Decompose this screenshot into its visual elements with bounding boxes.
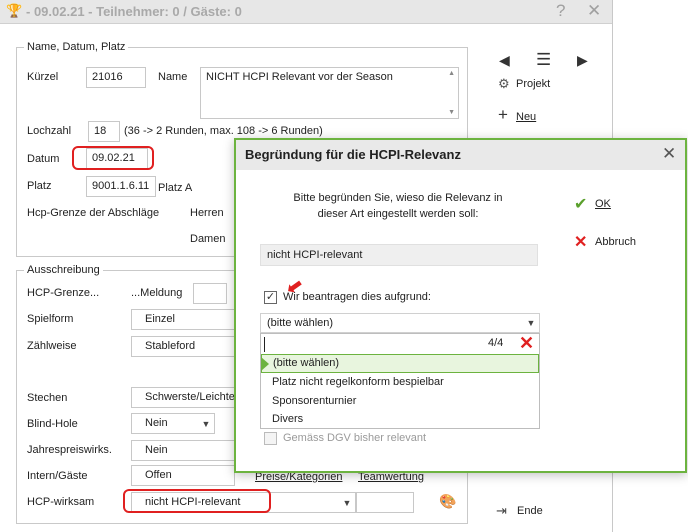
hcp-grenze-label: HCP-Grenze... xyxy=(27,287,100,299)
dialog-title: Begründung für die HCPI-Relevanz xyxy=(245,147,461,162)
jahrespreis-label: Jahrespreiswirks. xyxy=(27,444,112,456)
intern-gaeste-value: Offen xyxy=(145,469,172,481)
current-relevanz-field: nicht HCPI-relevant xyxy=(260,244,538,266)
blind-hole-value: Nein xyxy=(145,417,168,429)
plus-icon: + xyxy=(498,105,508,124)
dgv-label: Gemäss DGV bisher relevant xyxy=(283,432,427,444)
ok-button[interactable]: ✔ OK xyxy=(574,196,634,214)
dialog-close-icon[interactable]: ✕ xyxy=(662,144,676,164)
clear-search-icon[interactable]: ✕ xyxy=(519,333,534,354)
group-title-name-datum-platz: Name, Datum, Platz xyxy=(24,41,129,53)
lochzahl-hint: (36 -> 2 Runden, max. 108 -> 6 Runden) xyxy=(124,125,323,137)
grund-select-value: (bitte wählen) xyxy=(267,317,334,329)
dropdown-option[interactable]: Sponsorenturnier xyxy=(261,392,539,411)
platz-field[interactable]: 9001.1.6.11 xyxy=(86,176,156,197)
dropdown-option-label: (bitte wählen) xyxy=(273,357,340,369)
palette-icon[interactable]: 🎨 xyxy=(439,493,456,510)
jahrespreis-select[interactable]: Nein xyxy=(131,440,235,461)
trophy-icon: 🏆 xyxy=(6,3,23,18)
datum-label: Datum xyxy=(27,153,60,165)
datum-highlight xyxy=(72,146,154,170)
meldung-field[interactable] xyxy=(193,283,227,304)
kuerzel-label: Kürzel xyxy=(27,71,59,83)
spielform-label: Spielform xyxy=(27,313,74,325)
zaehlweise-label: Zählweise xyxy=(27,340,77,352)
help-button[interactable]: ? xyxy=(556,1,565,21)
abbruch-button[interactable]: ✕ Abbruch xyxy=(574,234,654,252)
window-title: - 09.02.21 - Teilnehmer: 0 / Gäste: 0 xyxy=(26,4,242,19)
damen-label: Damen xyxy=(190,233,226,245)
name-label: Name xyxy=(158,71,188,83)
dgv-checkbox[interactable] xyxy=(264,432,277,445)
zaehlweise-value: Stableford xyxy=(145,340,196,352)
lochzahl-field[interactable]: 18 xyxy=(88,121,120,142)
scroll-down-icon[interactable]: ▼ xyxy=(448,109,455,116)
gears-icon: ⚙ xyxy=(498,76,510,91)
stechen-select[interactable]: Schwerste/Leichte xyxy=(131,387,235,408)
menu-icon[interactable]: ☰ xyxy=(536,50,551,70)
ende-button[interactable]: ⇥ Ende xyxy=(496,503,556,521)
platz-label: Platz xyxy=(27,180,52,192)
chevron-down-icon: ▼ xyxy=(201,418,211,429)
zaehlweise-select[interactable]: Stableford xyxy=(131,336,235,357)
lochzahl-label: Lochzahl xyxy=(27,125,72,137)
kuerzel-field[interactable]: 21016 xyxy=(86,67,146,88)
dialog-title-bar: Begründung für die HCPI-Relevanz ✕ xyxy=(236,140,685,170)
intern-gaeste-label: Intern/Gäste xyxy=(27,470,88,482)
meldung-label: ...Meldung xyxy=(131,287,183,299)
dropdown-option-selected[interactable]: (bitte wählen) xyxy=(261,354,539,373)
chevron-down-icon: ▼ xyxy=(342,497,352,508)
dropdown-option-label: Platz nicht regelkonform bespielbar xyxy=(272,376,444,388)
blind-hole-select[interactable]: Nein ▼ xyxy=(131,413,215,434)
projekt-button[interactable]: ⚙ Projekt xyxy=(498,76,562,94)
jahrespreis-value: Nein xyxy=(145,444,168,456)
close-window-button[interactable]: ✕ xyxy=(587,1,601,21)
projekt-label: Projekt xyxy=(516,78,551,90)
spielform-value: Einzel xyxy=(145,313,175,325)
option-marker xyxy=(261,357,269,371)
ende-label: Ende xyxy=(517,505,543,517)
exit-icon: ⇥ xyxy=(496,503,507,518)
hcp-grenze-abschlaege-label: Hcp-Grenze der Abschläge xyxy=(27,207,160,219)
group-title-ausschreibung: Ausschreibung xyxy=(24,264,103,276)
cross-icon: ✕ xyxy=(574,234,588,251)
prev-record-icon[interactable]: ◀ xyxy=(499,52,510,69)
name-field[interactable]: NICHT HCPI Relevant vor der Season ▲ ▼ xyxy=(200,67,459,119)
blind-hole-label: Blind-Hole xyxy=(27,418,78,430)
neu-button[interactable]: + Neu xyxy=(498,105,548,126)
dialog-prompt: Bitte begründen Sie, wieso die Relevanz … xyxy=(293,192,503,220)
herren-label: Herren xyxy=(190,207,224,219)
check-icon: ✔ xyxy=(574,196,588,213)
ok-label: OK xyxy=(595,198,611,210)
dropdown-option[interactable]: Platz nicht regelkonform bespielbar xyxy=(261,373,539,392)
dropdown-option-label: Divers xyxy=(272,413,304,425)
relevanz-dialog: Begründung für die HCPI-Relevanz ✕ Bitte… xyxy=(234,138,687,473)
neu-label: Neu xyxy=(516,111,537,123)
abbruch-label: Abbruch xyxy=(595,236,636,248)
dropdown-search-count: 4/4 xyxy=(488,337,504,349)
spielform-select[interactable]: Einzel xyxy=(131,309,235,330)
next-record-icon[interactable]: ▶ xyxy=(577,52,588,69)
beantragen-checkbox[interactable]: ✓ xyxy=(264,291,277,304)
platz-name: Platz A xyxy=(158,182,193,194)
dropdown-option[interactable]: Divers xyxy=(261,411,539,429)
scroll-up-icon[interactable]: ▲ xyxy=(448,70,455,77)
grund-dropdown: 4/4 ✕ (bitte wählen) Platz nicht regelko… xyxy=(260,333,540,429)
stechen-value: Schwerste/Leichte xyxy=(145,391,235,403)
grund-select[interactable]: (bitte wählen) ▼ xyxy=(260,313,540,333)
stechen-label: Stechen xyxy=(27,392,68,404)
hcp-wirksam-extra-field[interactable] xyxy=(356,492,414,513)
hcp-wirksam-highlight xyxy=(123,489,271,513)
name-value: NICHT HCPI Relevant vor der Season xyxy=(206,71,393,83)
dropdown-option-label: Sponsorenturnier xyxy=(272,395,357,407)
chevron-down-icon: ▼ xyxy=(526,318,536,328)
title-bar: 🏆 - 09.02.21 - Teilnehmer: 0 / Gäste: 0 … xyxy=(0,0,613,24)
dropdown-search-input[interactable] xyxy=(264,337,472,352)
hcp-wirksam-label: HCP-wirksam xyxy=(27,496,95,508)
intern-gaeste-select[interactable]: Offen xyxy=(131,465,235,486)
beantragen-label: Wir beantragen dies aufgrund: xyxy=(283,291,431,303)
